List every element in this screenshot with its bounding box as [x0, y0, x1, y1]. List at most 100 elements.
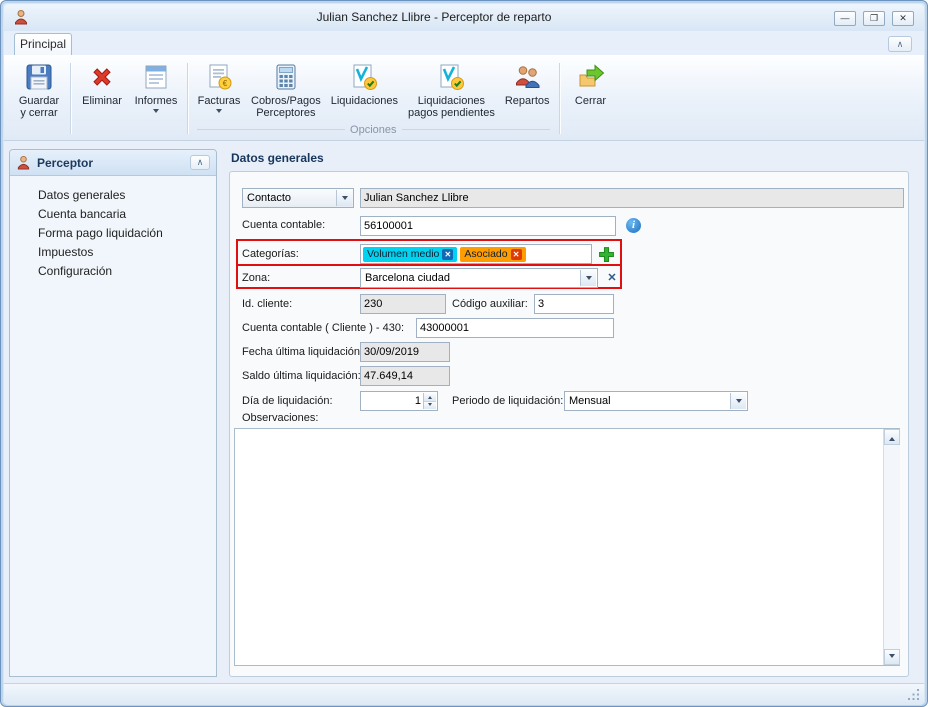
ribbon-button-label: Liquidaciones [331, 95, 398, 107]
ribbon-button-label: Cobros/Pagos Perceptores [251, 95, 321, 119]
sidebar-item-configuracion[interactable]: Configuración [10, 262, 216, 281]
people-icon [512, 62, 542, 92]
info-icon[interactable]: i [626, 218, 641, 233]
calculator-icon [271, 62, 301, 92]
tag-remove-icon[interactable]: ✕ [511, 249, 522, 260]
plus-icon [598, 246, 615, 263]
maximize-button[interactable]: ❐ [863, 11, 885, 26]
ribbon-button-eliminar[interactable]: Eliminar [75, 59, 129, 109]
dia-liquidacion-label: Día de liquidación: [242, 395, 333, 407]
tag-asociado: Asociado ✕ [460, 247, 525, 262]
scroll-up-button[interactable] [884, 429, 900, 445]
delete-icon [87, 62, 117, 92]
resize-grip[interactable] [907, 688, 920, 701]
sidebar-item-datos-generales[interactable]: Datos generales [10, 186, 216, 205]
ribbon-button-label: Informes [135, 95, 178, 107]
combo-dropdown-button[interactable] [336, 190, 352, 206]
sidebar-items: Datos generales Cuenta bancaria Forma pa… [10, 186, 216, 281]
zona-clear-button[interactable]: ✕ [604, 270, 620, 286]
saldo-ultima-label: Saldo última liquidación: [242, 370, 361, 382]
cuenta-cliente-label: Cuenta contable ( Cliente ) - 430: [242, 322, 404, 334]
tag-label: Volumen medio [367, 248, 439, 260]
saldo-ultima-input[interactable] [360, 366, 450, 386]
ribbon-toolbar: Guardar y cerrar Eliminar Informes [4, 55, 924, 141]
sidebar-collapse-button[interactable]: ∧ [190, 155, 210, 170]
ribbon-button-informes[interactable]: Informes [129, 59, 183, 118]
dia-liquidacion-spinner[interactable]: 1 [360, 391, 438, 411]
ribbon-button-guardar-y-cerrar[interactable]: Guardar y cerrar [12, 59, 66, 121]
add-category-button[interactable] [596, 244, 616, 264]
sidebar-item-forma-pago[interactable]: Forma pago liquidación [10, 224, 216, 243]
close-button[interactable]: ✕ [892, 11, 914, 26]
id-cliente-label: Id. cliente: [242, 298, 292, 310]
invoice-icon: € [204, 62, 234, 92]
ribbon-group-edit: Eliminar Informes [75, 59, 183, 118]
scroll-down-button[interactable] [884, 649, 900, 665]
spinner-value: 1 [363, 392, 421, 410]
ribbon-button-cerrar[interactable]: Cerrar [564, 59, 618, 109]
sidebar-item-cuenta-bancaria[interactable]: Cuenta bancaria [10, 205, 216, 224]
ribbon-separator [187, 63, 188, 134]
sidebar-item-impuestos[interactable]: Impuestos [10, 243, 216, 262]
codigo-auxiliar-input[interactable] [534, 294, 614, 314]
reports-icon [141, 62, 171, 92]
window-controls: — ❐ ✕ [834, 11, 914, 26]
cuenta-cliente-input[interactable] [416, 318, 614, 338]
cuenta-contable-label: Cuenta contable: [242, 219, 325, 231]
title-bar: Julian Sanchez Llibre - Perceptor de rep… [4, 4, 924, 31]
ribbon-separator [559, 63, 560, 134]
ribbon-group-save: Guardar y cerrar [12, 59, 66, 121]
tag-label: Asociado [464, 248, 507, 260]
textarea-scrollbar[interactable] [883, 429, 900, 665]
periodo-label: Periodo de liquidación: [452, 395, 563, 407]
ribbon-separator [70, 63, 71, 134]
ribbon-button-repartos[interactable]: Repartos [500, 59, 555, 109]
id-cliente-input[interactable] [360, 294, 446, 314]
zona-label: Zona: [242, 272, 270, 284]
ribbon-button-facturas[interactable]: € Facturas [192, 59, 246, 118]
group-label: Opciones [350, 124, 396, 136]
chevron-up-icon [889, 434, 895, 441]
tab-principal[interactable]: Principal [14, 33, 72, 56]
ribbon-group-close: Cerrar [564, 59, 618, 109]
contacto-combo-value: Contacto [247, 189, 291, 207]
ribbon-button-liquidaciones-pendientes[interactable]: Liquidaciones pagos pendientes [403, 59, 500, 121]
svg-text:€: € [223, 79, 228, 88]
ribbon-button-label: Guardar y cerrar [19, 95, 59, 119]
observaciones-textarea[interactable] [234, 428, 900, 666]
zona-combo[interactable]: Barcelona ciudad [360, 268, 598, 288]
spin-down-button[interactable] [423, 401, 436, 410]
codigo-auxiliar-label: Código auxiliar: [452, 298, 528, 310]
combo-dropdown-button[interactable] [580, 270, 596, 286]
tag-volumen-medio: Volumen medio ✕ [363, 247, 457, 262]
app-window: Julian Sanchez Llibre - Perceptor de rep… [0, 0, 928, 707]
cuenta-contable-input[interactable] [360, 216, 616, 236]
categorias-tag-field[interactable]: Volumen medio ✕ Asociado ✕ [360, 244, 592, 264]
fecha-ultima-input[interactable] [360, 342, 450, 362]
sidebar-header[interactable]: Perceptor ∧ [10, 150, 216, 176]
combo-dropdown-button[interactable] [730, 393, 746, 409]
periodo-combo[interactable]: Mensual [564, 391, 748, 411]
page-title: Datos generales [231, 151, 324, 165]
ribbon-button-label: Repartos [505, 95, 550, 107]
spin-up-button[interactable] [423, 393, 436, 401]
ribbon-group-opciones: € Facturas Cobros/Pag [192, 59, 555, 137]
ribbon-button-label: Eliminar [82, 95, 122, 107]
chevron-down-icon [428, 403, 432, 408]
sidebar-panel: Perceptor ∧ Datos generales Cuenta banca… [9, 149, 217, 677]
ribbon-button-cobros-pagos[interactable]: Cobros/Pagos Perceptores [246, 59, 326, 121]
minimize-button[interactable]: — [834, 11, 856, 26]
contact-name-field[interactable] [360, 188, 904, 208]
tag-remove-icon[interactable]: ✕ [442, 249, 453, 260]
ribbon-button-liquidaciones[interactable]: Liquidaciones [326, 59, 403, 109]
contacto-combo[interactable]: Contacto [242, 188, 354, 208]
observaciones-label: Observaciones: [242, 412, 318, 424]
categorias-label: Categorías: [242, 248, 299, 260]
settlement-pending-icon [436, 62, 466, 92]
zona-combo-value: Barcelona ciudad [365, 269, 450, 287]
ribbon-collapse-button[interactable]: ∧ [888, 36, 912, 52]
fecha-ultima-label: Fecha última liquidación: [242, 346, 363, 358]
highlight-divider [238, 264, 620, 266]
ribbon-group-caption: Opciones [192, 122, 555, 137]
chevron-down-icon [889, 654, 895, 661]
